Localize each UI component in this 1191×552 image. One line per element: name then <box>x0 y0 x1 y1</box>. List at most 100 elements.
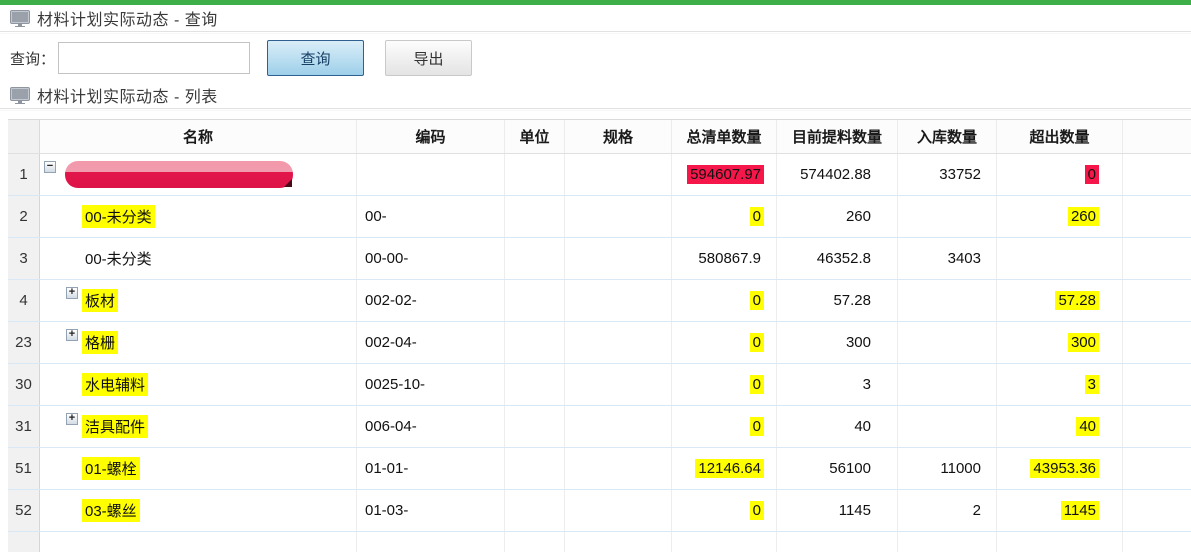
cell-name: +板材 <box>40 280 357 321</box>
table-row[interactable]: 23+格栅002-04-0300300 <box>8 322 1191 364</box>
cell-excess: 260 <box>997 196 1123 237</box>
cell-name <box>40 532 357 552</box>
cell-total: 594607.97 <box>672 154 777 195</box>
cell-code: 01-01- <box>357 448 505 489</box>
cell-inbound: 3403 <box>898 238 997 279</box>
column-header-spec: 规格 <box>565 120 672 153</box>
cell-inbound <box>898 280 997 321</box>
cell-code <box>357 154 505 195</box>
name-text: 洁具配件 <box>82 415 148 438</box>
column-header-current: 目前提料数量 <box>777 120 898 153</box>
cell-excess: 300 <box>997 322 1123 363</box>
cell-unit <box>505 448 565 489</box>
cell-current: 300 <box>777 322 898 363</box>
cell-code: 002-02- <box>357 280 505 321</box>
column-header-name: 名称 <box>40 120 357 153</box>
cell-excess: 43953.36 <box>997 448 1123 489</box>
current-value: 56100 <box>826 459 874 478</box>
total-value: 0 <box>750 501 764 520</box>
table-header-row: 名称编码单位规格总清单数量目前提料数量入库数量超出数量 <box>8 120 1191 154</box>
cell-spec <box>565 280 672 321</box>
cell-current: 56100 <box>777 448 898 489</box>
cell-unit <box>505 490 565 531</box>
cell-excess: 0 <box>997 154 1123 195</box>
cell-code: 00-00- <box>357 238 505 279</box>
cell-current: 260 <box>777 196 898 237</box>
cell-code: 006-04- <box>357 406 505 447</box>
cell-current: 3 <box>777 364 898 405</box>
cell-extra <box>1123 196 1191 237</box>
export-button[interactable]: 导出 <box>385 40 472 76</box>
current-value: 40 <box>851 417 874 436</box>
cell-extra <box>1123 364 1191 405</box>
table-row[interactable]: 4+板材002-02-057.2857.28 <box>8 280 1191 322</box>
cell-current: 40 <box>777 406 898 447</box>
table-row[interactable]: 30水电辅料0025-10-033 <box>8 364 1191 406</box>
cell-inbound <box>898 532 997 552</box>
list-title: 材料计划实际动态 - 列表 <box>37 83 218 107</box>
cell-inbound <box>898 322 997 363</box>
total-value: 0 <box>750 291 764 310</box>
row-number: 51 <box>8 448 40 489</box>
excess-value: 1145 <box>1061 501 1099 520</box>
cell-name: 01-螺栓 <box>40 448 357 489</box>
table-row[interactable]: 200-未分类00-0260260 <box>8 196 1191 238</box>
search-input[interactable] <box>58 42 250 74</box>
cell-name: 水电辅料 <box>40 364 357 405</box>
cell-spec <box>565 406 672 447</box>
total-value: 580867.9 <box>695 249 764 268</box>
table-row[interactable]: 31+洁具配件006-04-04040 <box>8 406 1191 448</box>
name-text: 00-未分类 <box>82 205 155 228</box>
row-number: 31 <box>8 406 40 447</box>
total-value: 594607.97 <box>687 165 764 184</box>
cell-total: 0 <box>672 322 777 363</box>
expand-icon[interactable]: + <box>66 413 78 425</box>
cell-unit <box>505 238 565 279</box>
cell-unit <box>505 322 565 363</box>
cell-spec <box>565 322 672 363</box>
cell-unit <box>505 196 565 237</box>
table-row[interactable]: 1−594607.97574402.88337520 <box>8 154 1191 196</box>
inbound-value: 11000 <box>937 459 984 478</box>
monitor-icon <box>10 87 30 104</box>
cell-spec <box>565 532 672 552</box>
inbound-value: 3403 <box>945 249 984 268</box>
cell-spec <box>565 196 672 237</box>
name-text: 00-未分类 <box>82 247 155 270</box>
table-row[interactable]: 51 01-螺栓 01-01- 12146.64 56100 11000 43953.36 <box>8 448 1191 490</box>
cell-total: 0 <box>672 406 777 447</box>
table-row-partial[interactable] <box>8 532 1191 552</box>
excess-value: 57.28 <box>1055 291 1099 310</box>
table-row[interactable]: 5203-螺丝01-03-0114521145 <box>8 490 1191 532</box>
current-value: 300 <box>843 333 874 352</box>
cell-excess <box>997 532 1123 552</box>
cell-extra <box>1123 238 1191 279</box>
cell-unit <box>505 406 565 447</box>
excess-value: 300 <box>1068 333 1099 352</box>
search-button[interactable]: 查询 <box>267 40 364 76</box>
current-value: 574402.88 <box>797 165 874 184</box>
cell-inbound <box>898 406 997 447</box>
excess-value: 0 <box>1085 165 1099 184</box>
cell-total: 12146.64 <box>672 448 777 489</box>
excess-value: 260 <box>1068 207 1099 226</box>
cell-excess <box>997 238 1123 279</box>
row-number: 52 <box>8 490 40 531</box>
name-text: 03-螺丝 <box>82 499 140 522</box>
expand-icon[interactable]: + <box>66 329 78 341</box>
material-table: 名称编码单位规格总清单数量目前提料数量入库数量超出数量 1−594607.975… <box>8 119 1191 552</box>
table-row[interactable]: 300-未分类00-00-580867.946352.83403 <box>8 238 1191 280</box>
current-value: 57.28 <box>830 291 874 310</box>
cell-code: 00- <box>357 196 505 237</box>
cell-name: − <box>40 154 357 195</box>
total-value: 0 <box>750 333 764 352</box>
current-value: 1145 <box>836 501 874 520</box>
column-header-extra <box>1123 120 1191 153</box>
expand-icon[interactable]: + <box>66 287 78 299</box>
cell-current: 1145 <box>777 490 898 531</box>
name-text: 01-螺栓 <box>82 457 140 480</box>
collapse-icon[interactable]: − <box>44 161 56 173</box>
cell-inbound: 33752 <box>898 154 997 195</box>
cell-current: 46352.8 <box>777 238 898 279</box>
row-number: 2 <box>8 196 40 237</box>
